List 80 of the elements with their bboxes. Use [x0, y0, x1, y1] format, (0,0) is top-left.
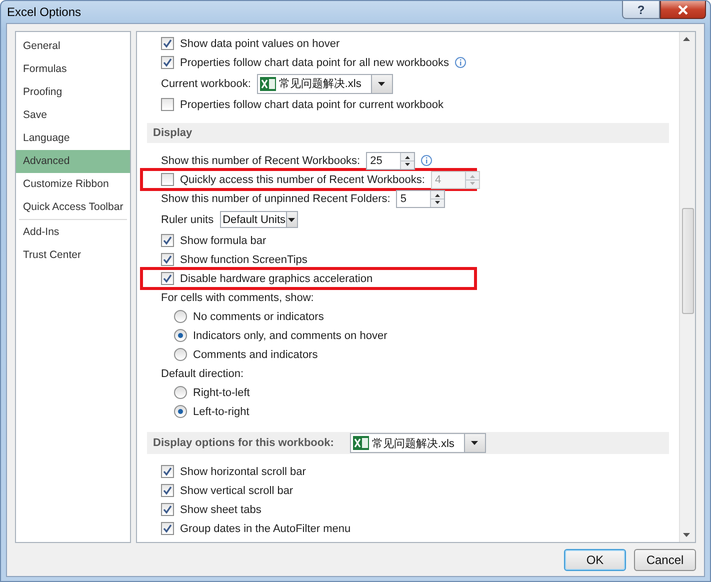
dialog-button[interactable]: Cancel	[634, 548, 696, 570]
check-icon	[163, 58, 172, 67]
checkbox[interactable]	[161, 56, 174, 69]
option-label: Show vertical scroll bar	[180, 484, 294, 496]
option-label: Show this number of Recent Workbooks:	[161, 154, 360, 166]
dropdown-caret-icon	[378, 82, 386, 86]
option-label: Ruler units	[161, 214, 214, 226]
check-icon	[163, 524, 172, 533]
radio-button[interactable]	[174, 329, 187, 342]
check-icon	[163, 486, 172, 495]
option-label: Show sheet tabs	[180, 504, 262, 516]
checkbox[interactable]	[161, 503, 174, 516]
close-button[interactable]	[660, 1, 706, 19]
check-icon	[163, 39, 172, 48]
option-label: Properties follow chart data point for all new workbooks	[180, 56, 450, 68]
check-icon	[163, 255, 172, 264]
radio-button[interactable]	[174, 386, 187, 399]
category-item[interactable]: Language	[16, 127, 130, 150]
option-label: Right-to-left	[193, 386, 250, 398]
scroll-down-icon[interactable]	[683, 533, 690, 537]
close-icon	[677, 4, 689, 14]
checkbox[interactable]	[161, 465, 174, 478]
option-label: Show this number of unpinned Recent Folders:	[161, 192, 390, 204]
group-label: Default direction:	[161, 368, 244, 380]
category-item[interactable]: Trust Center	[16, 244, 130, 267]
units-dropdown[interactable]: Default Units	[220, 211, 298, 228]
help-button[interactable]: ?	[622, 1, 660, 19]
category-item[interactable]: Proofing	[16, 81, 130, 104]
option-label: Properties follow chart data point for current workbook	[180, 98, 444, 110]
dropdown-caret-icon	[471, 441, 478, 445]
dropdown-value: 常见问题解决.xls	[278, 77, 362, 91]
option-label: No comments or indicators	[193, 310, 324, 322]
checkbox[interactable]	[161, 37, 174, 50]
category-item[interactable]: General	[16, 35, 130, 58]
check-icon	[163, 467, 172, 476]
dropdown-caret-icon	[288, 218, 296, 222]
radio-button[interactable]	[174, 310, 187, 323]
checkbox[interactable]	[161, 522, 174, 535]
category-item[interactable]: Quick Access Toolbar	[16, 196, 130, 219]
vertical-scrollbar[interactable]	[679, 32, 695, 542]
checkbox[interactable]	[161, 484, 174, 497]
category-item[interactable]: Advanced	[16, 150, 130, 173]
dialog-button[interactable]: OK	[564, 548, 626, 570]
check-icon	[163, 274, 172, 283]
category-item[interactable]: Customize Ribbon	[16, 173, 130, 196]
number-spinner[interactable]: 5	[396, 190, 446, 208]
radio-button[interactable]	[174, 405, 187, 418]
dropdown-value: 常见问题解决.xls	[372, 436, 454, 450]
option-label: Indicators only, and comments on hover	[193, 330, 388, 342]
check-icon	[163, 505, 172, 514]
option-label: Group dates in the AutoFilter menu	[180, 522, 351, 534]
option-label: Disable hardware graphics acceleration	[180, 272, 373, 284]
category-item[interactable]: Formulas	[16, 58, 130, 81]
category-item[interactable]: Save	[16, 104, 130, 127]
radio-button[interactable]	[174, 348, 187, 361]
option-label: Comments and indicators	[193, 348, 318, 360]
section-header: Display	[147, 123, 669, 143]
workbook-dropdown[interactable]: 常见问题解决.xls	[350, 433, 486, 453]
scroll-up-icon[interactable]	[683, 37, 690, 41]
option-label: Quickly access this number of Recent Workbooks:	[180, 174, 425, 186]
checkbox[interactable]	[161, 253, 174, 266]
number-spinner[interactable]: 25	[366, 152, 416, 170]
workbook-dropdown[interactable]: 常见问题解决.xls	[256, 74, 393, 94]
checkbox[interactable]	[161, 98, 174, 111]
option-label: Show function ScreenTips	[180, 254, 308, 266]
scroll-thumb[interactable]	[682, 208, 694, 314]
window-title: Excel Options	[6, 4, 82, 19]
spreadsheet-file-icon	[260, 76, 276, 90]
option-label: Show data point values on hover	[180, 38, 340, 50]
category-item[interactable]: Add-Ins	[16, 221, 130, 244]
option-label: Show horizontal scroll bar	[180, 466, 306, 478]
spreadsheet-file-icon	[352, 436, 369, 450]
check-icon	[163, 236, 172, 245]
option-label: Left-to-right	[193, 406, 250, 418]
checkbox[interactable]	[161, 272, 174, 285]
option-label: Show formula bar	[180, 234, 266, 246]
group-label: For cells with comments, show:	[161, 292, 314, 304]
option-label: Current workbook:	[161, 78, 251, 90]
section-title: Display options for this workbook:	[153, 437, 334, 449]
checkbox[interactable]	[161, 234, 174, 247]
